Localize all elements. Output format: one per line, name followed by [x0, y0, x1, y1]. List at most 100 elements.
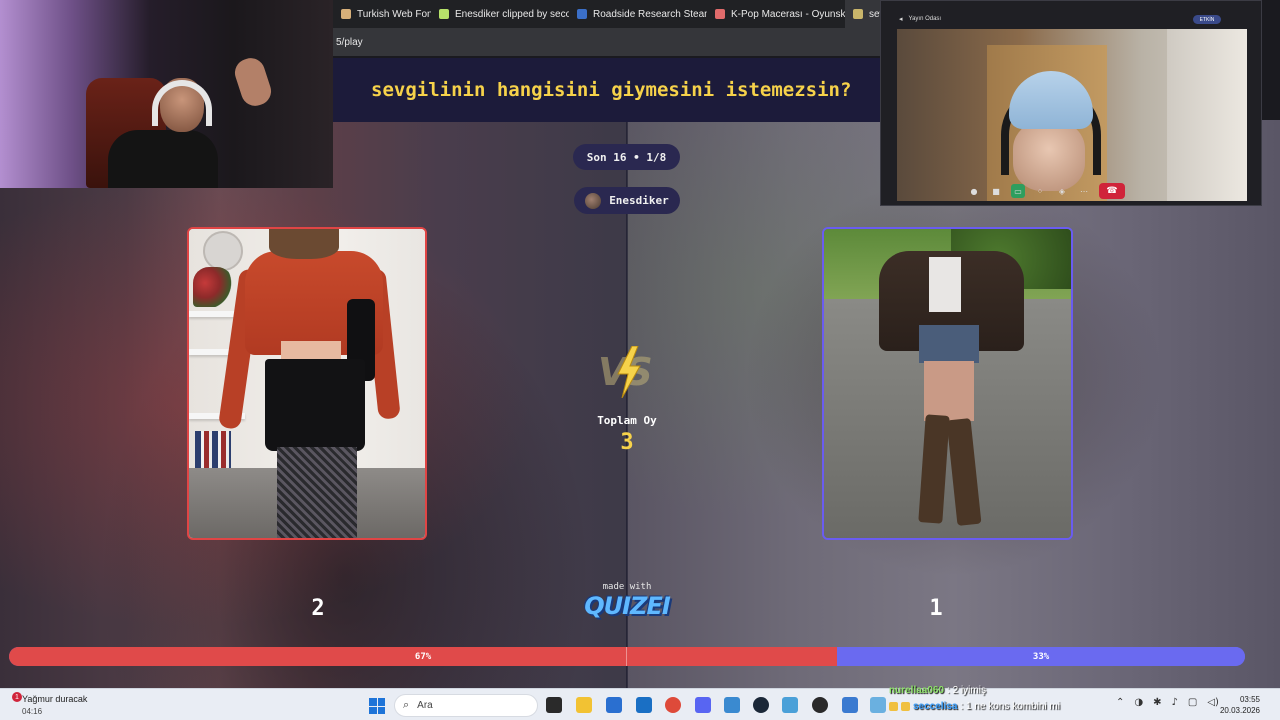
vote-progress-bar: 67% 33% [9, 647, 1245, 666]
taskbar-search[interactable]: ⌕ Ara [394, 694, 538, 717]
tab-label: K-Pop Macerası - Oyunsk [731, 8, 845, 20]
system-clock[interactable]: 03:55 20.03.2026 [1212, 694, 1260, 716]
question-title: sevgilinin hangisini giymesini istemezsi… [371, 79, 852, 101]
browser-tab[interactable]: Turkish Web Fon M × [333, 0, 431, 28]
apps-icon[interactable]: ⁘ [1033, 184, 1047, 198]
question-banner: sevgilinin hangisini giymesini istemezsi… [333, 58, 880, 122]
browser-tab[interactable]: Roadside Research Steam × [569, 0, 707, 28]
right-vote-count: 1 [929, 596, 943, 621]
discord-icon[interactable] [695, 697, 711, 713]
headphones-shape [152, 80, 212, 126]
black-skirt-shape [265, 359, 365, 451]
tab-label: Turkish Web Fon M [357, 8, 431, 20]
tab-favicon [853, 9, 863, 19]
bar-center-marker [626, 647, 627, 666]
flowers-shape [193, 267, 233, 307]
round-badge: Son 16 • 1/8 [573, 144, 680, 170]
system-tray: ⌃ ◑ ✱ ♪ ▢ ◁) [1116, 697, 1219, 708]
tab-label: sev [869, 8, 880, 20]
file-explorer-icon[interactable] [576, 697, 592, 713]
person-body-shape [108, 130, 218, 188]
tab-label: Roadside Research Steam [593, 8, 707, 20]
steam-icon[interactable] [753, 697, 769, 713]
search-icon: ⌕ [403, 699, 410, 711]
option-card-left[interactable] [187, 227, 427, 540]
mirror-shape [203, 231, 243, 271]
curtain-shape [1167, 29, 1247, 201]
patterned-tights-shape [277, 447, 357, 538]
browser-tab[interactable]: Enesdiker clipped by seco × [431, 0, 569, 28]
chat-text: : 2 iyimiş [947, 684, 986, 696]
subscriber-badge-icon [889, 701, 898, 711]
chat-message: nurellaa060 : 2 iyimiş [889, 682, 1119, 698]
white-top-shape [929, 257, 961, 312]
speaker-icon[interactable]: ◂ [899, 15, 903, 23]
search-placeholder: Ara [417, 700, 433, 711]
video-call-window: ◂ Yayın Odası ETKİN ● ■ ▭ ⁘ ◈ ⋯ ☎ [880, 0, 1262, 206]
creator-avatar [585, 192, 602, 209]
task-view-icon[interactable] [546, 697, 562, 713]
left-vote-fill: 67% [9, 647, 838, 666]
screen: Turkish Web Fon M × Enesdiker clipped by… [0, 0, 1280, 720]
network-icon[interactable]: ◑ [1134, 697, 1143, 708]
chat-text: : 1 ne kons kombini mi [960, 700, 1061, 712]
chat-username: nurellaa060 [889, 684, 945, 696]
raised-hand-shape [231, 54, 275, 110]
tab-label: Enesdiker clipped by seco [455, 8, 569, 20]
browser-tab-active[interactable]: sev [845, 0, 880, 28]
url-text[interactable]: 5/play [336, 37, 363, 48]
hair-shape [269, 229, 339, 259]
display-icon[interactable]: ▢ [1188, 697, 1197, 708]
right-vote-fill: 33% [837, 647, 1245, 666]
call-title: Yayın Odası [908, 16, 942, 22]
tab-favicon [715, 9, 725, 19]
denim-skirt-shape [919, 325, 979, 363]
creator-name: Enesdiker [609, 194, 669, 207]
screen-share-icon[interactable]: ▭ [1011, 184, 1025, 198]
windows-start-icon[interactable] [369, 698, 385, 714]
right-percent: 33% [1032, 651, 1050, 662]
outlook-icon[interactable] [636, 697, 652, 713]
left-vote-count: 2 [311, 596, 325, 621]
subscriber-badge-icon [901, 701, 910, 711]
call-controls: ● ■ ▭ ⁘ ◈ ⋯ ☎ [961, 181, 1171, 201]
made-with-label: made with [602, 582, 652, 592]
weather-widget[interactable]: 1 Yağmur duracak 04:16 [4, 692, 88, 716]
activity-icon[interactable]: ◈ [1055, 184, 1069, 198]
microphone-icon[interactable]: ● [967, 184, 981, 198]
notification-badge: 1 [12, 692, 22, 702]
app-icon[interactable] [870, 697, 886, 713]
option-card-right[interactable] [822, 227, 1073, 540]
notepad-icon[interactable] [724, 697, 740, 713]
total-votes-value: 3 [620, 430, 634, 455]
weather-text: Yağmur duracak [22, 694, 88, 704]
left-percent: 67% [414, 651, 432, 662]
photos-icon[interactable] [782, 697, 798, 713]
obs-icon[interactable] [812, 697, 828, 713]
tab-favicon [439, 9, 449, 19]
more-icon[interactable]: ⋯ [1077, 184, 1091, 198]
browser-tab[interactable]: K-Pop Macerası - Oyunsk × [707, 0, 845, 28]
camera-icon[interactable]: ■ [989, 184, 1003, 198]
clock-date: 20.03.2026 [1219, 706, 1260, 715]
participant-video [897, 29, 1247, 201]
call-status-badge: ETKİN [1193, 15, 1221, 24]
microphone-icon[interactable]: ♪ [1172, 697, 1178, 708]
weather-time: 04:16 [22, 707, 43, 716]
bluetooth-icon[interactable]: ✱ [1153, 697, 1161, 708]
tab-favicon [577, 9, 587, 19]
creator-badge[interactable]: Enesdiker [574, 187, 680, 214]
app-icon[interactable] [842, 697, 858, 713]
store-icon[interactable] [606, 697, 622, 713]
address-bar[interactable]: 5/play [333, 28, 880, 56]
chrome-icon[interactable] [665, 697, 681, 713]
chat-username: seccelisa [913, 700, 958, 712]
total-votes-label: Toplam Oy [597, 414, 657, 427]
legs-shape [924, 361, 974, 421]
phone-hangup-icon[interactable]: ☎ [1099, 183, 1125, 199]
browser-tab-bar: Turkish Web Fon M × Enesdiker clipped by… [333, 0, 880, 28]
clock-time: 03:55 [1239, 695, 1260, 704]
round-text: Son 16 • 1/8 [586, 150, 667, 164]
tab-favicon [341, 9, 351, 19]
quizei-logo[interactable]: QUIZEI [580, 592, 674, 620]
